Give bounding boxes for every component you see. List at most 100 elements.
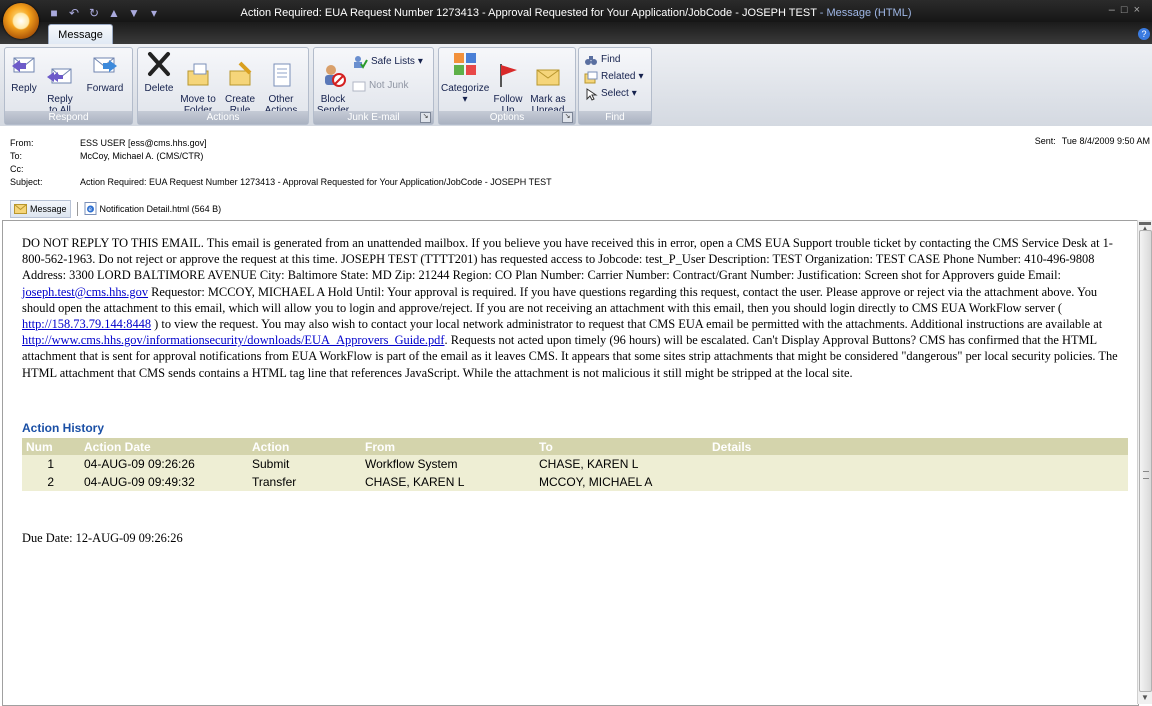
ribbon-tab-row [0, 22, 1152, 44]
select-label: Select [601, 88, 629, 99]
find-group: Find Related ▾ Select ▾ Find [578, 47, 652, 125]
delete-icon [148, 52, 170, 76]
reply-icon [12, 57, 35, 73]
approvers-guide-link[interactable]: http://www.cms.hhs.gov/informationsecuri… [22, 333, 445, 347]
cc-label: Cc: [10, 164, 24, 174]
safe-lists-icon [354, 56, 368, 69]
reply-button[interactable]: Reply [9, 50, 39, 94]
safe-lists-button[interactable]: Safe Lists ▾ [352, 54, 423, 70]
table-cell: 1 [47, 457, 54, 471]
options-group: Categorize ▾ Follow Up Mark as Unread Op… [438, 47, 576, 125]
select-cursor-icon [586, 87, 598, 101]
delete-label: Delete [144, 83, 174, 94]
office-logo-icon [12, 12, 30, 30]
categorize-button[interactable]: Categorize ▾ [441, 50, 489, 105]
attachment-item[interactable]: e Notification Detail.html (564 B) [84, 202, 222, 215]
body-text-2: Requestor: MCCOY, MICHAEL A Hold Until: … [22, 284, 1098, 315]
table-cell: 04-AUG-09 09:26:26 [84, 457, 195, 471]
email-link[interactable]: joseph.test@cms.hhs.gov [22, 285, 148, 299]
vertical-scrollbar[interactable]: ▲ ▼ [1137, 220, 1152, 704]
attachment-file-name: Notification Detail.html (564 B) [99, 203, 222, 214]
find-button[interactable]: Find [584, 52, 620, 68]
subject-value: Action Required: EUA Request Number 1273… [80, 177, 552, 187]
related-icon [584, 71, 598, 83]
ribbon: Reply Reply to All Forward Respond Delet… [0, 44, 1152, 127]
column-header: From [361, 438, 535, 455]
related-button[interactable]: Related ▾ [584, 69, 644, 85]
table-cell: Submit [252, 457, 290, 471]
other-actions-icon [273, 63, 291, 87]
workflow-server-link[interactable]: http://158.73.79.144:8448 [22, 317, 151, 331]
window-controls: –□× [1109, 4, 1146, 16]
options-launcher-icon[interactable]: ↘ [562, 112, 573, 123]
junk-email-group: Block Sender Safe Lists▾ Not Junk Junk E… [313, 47, 434, 125]
reply-label: Reply [11, 83, 37, 94]
find-label: Find [601, 54, 621, 65]
dropdown-arrow-icon: ▾ [417, 56, 423, 67]
select-button[interactable]: Select ▾ [584, 86, 637, 102]
message-text: DO NOT REPLY TO THIS EMAIL. This email i… [22, 235, 1132, 381]
dropdown-arrow-icon: ▾ [631, 88, 637, 99]
not-junk-icon [352, 81, 366, 92]
maximize-icon[interactable]: □ [1121, 4, 1134, 16]
table-row: 2 04-AUG-09 09:49:32 Transfer CHASE, KAR… [22, 473, 1128, 491]
body-text-1: DO NOT REPLY TO THIS EMAIL. This email i… [22, 236, 1113, 283]
not-junk-button[interactable]: Not Junk [352, 78, 408, 94]
forward-icon [93, 57, 117, 73]
help-icon[interactable]: ? [1138, 28, 1150, 40]
table-cell: MCCOY, MICHAEL A [539, 475, 653, 489]
sent-row: Sent: Tue 8/4/2009 9:50 AM [1035, 136, 1150, 146]
from-value[interactable]: ESS USER [ess@cms.hhs.gov] [80, 137, 207, 149]
tab-message[interactable]: Message [48, 24, 113, 45]
window-title-suffix: - Message (HTML) [819, 7, 912, 19]
to-value[interactable]: McCoy, Michael A. (CMS/CTR) [80, 150, 203, 162]
column-header: Action [248, 438, 361, 455]
table-cell: 2 [47, 475, 54, 489]
to-label: To: [10, 151, 23, 161]
subject-label: Subject: [10, 177, 43, 187]
message-tab-button[interactable]: Message [10, 199, 71, 218]
table-cell: CHASE, KAREN L [365, 475, 465, 489]
sent-value: Tue 8/4/2009 9:50 AM [1061, 136, 1150, 146]
block-sender-icon [325, 65, 346, 87]
column-header: Action Date [80, 438, 248, 455]
column-header: Num [22, 438, 80, 455]
scrollbar-thumb[interactable] [1139, 230, 1152, 692]
related-label: Related [601, 71, 636, 82]
action-history-title: Action History [22, 421, 105, 435]
table-cell: Workflow System [365, 457, 458, 471]
binoculars-icon [585, 55, 597, 65]
envelope-icon [14, 203, 27, 214]
message-header: From: ESS USER [ess@cms.hhs.gov] To: McC… [0, 126, 1152, 193]
categorize-icon [454, 53, 476, 75]
scrollbar-grip-icon [1143, 471, 1149, 479]
not-junk-label: Not Junk [369, 80, 409, 91]
close-icon[interactable]: × [1134, 4, 1146, 16]
follow-up-flag-icon [500, 64, 517, 87]
respond-group-label: Respond [5, 111, 132, 124]
dropdown-arrow-icon: ▾ [638, 71, 644, 82]
office-button[interactable] [3, 3, 39, 39]
mark-as-unread-icon [536, 69, 560, 86]
action-history-table: Num Action Date Action From To Details 1… [22, 438, 1128, 491]
attachment-separator [76, 201, 78, 216]
scroll-down-icon[interactable]: ▼ [1141, 693, 1149, 702]
from-label: From: [10, 138, 34, 148]
window-title: Action Required: EUA Request Number 1273… [0, 7, 1152, 19]
delete-button[interactable]: Delete [142, 50, 176, 94]
safe-lists-label: Safe Lists [371, 56, 415, 67]
attachment-bar: Message e Notification Detail.html (564 … [10, 199, 222, 218]
find-group-label: Find [579, 111, 651, 124]
reply-all-icon [47, 68, 72, 84]
html-file-icon: e [84, 202, 97, 215]
table-cell [708, 473, 1128, 491]
options-group-label: Options [439, 111, 575, 124]
junk-email-launcher-icon[interactable]: ↘ [420, 112, 431, 123]
column-header: To [535, 438, 708, 455]
window-title-main: Action Required: EUA Request Number 1273… [240, 7, 817, 19]
dropdown-arrow-icon: ▾ [462, 94, 468, 105]
forward-label: Forward [86, 83, 124, 94]
actions-group: Delete Move to Folder Create Rule Other … [137, 47, 309, 125]
minimize-icon[interactable]: – [1109, 4, 1121, 16]
forward-button[interactable]: Forward [83, 50, 127, 94]
